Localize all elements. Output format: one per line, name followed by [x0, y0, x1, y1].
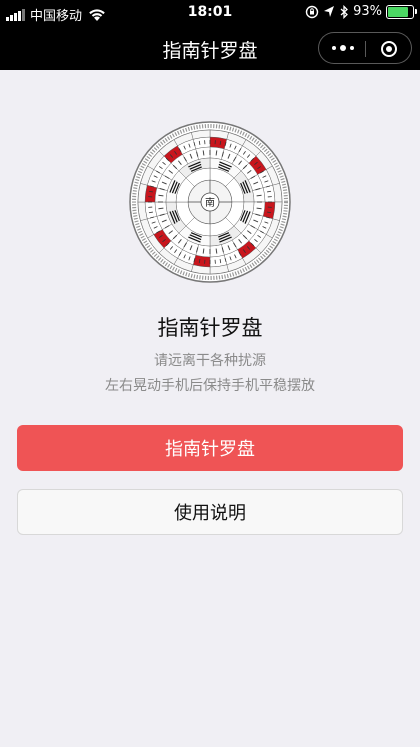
page-title: 指南针罗盘: [157, 316, 263, 340]
close-button[interactable]: [371, 37, 407, 61]
more-button[interactable]: [325, 36, 361, 60]
hint-text-2: 左右晃动手机后保持手机平稳摆放: [105, 378, 315, 394]
nav-bar: 指南针罗盘: [0, 26, 420, 70]
open-compass-label: 指南针罗盘: [165, 439, 255, 460]
status-right: 93%: [305, 4, 417, 19]
battery-icon: [386, 4, 417, 19]
instructions-label: 使用说明: [174, 503, 246, 524]
location-icon: [324, 5, 335, 17]
status-bar: 中国移动 18:01 93%: [0, 0, 420, 26]
open-compass-button[interactable]: 指南针罗盘: [17, 425, 403, 471]
bluetooth-icon: [340, 4, 349, 19]
mini-program-capsule: [318, 32, 412, 64]
compass-center-label: 南: [205, 196, 215, 209]
battery-fill: [388, 6, 409, 17]
compass-illustration: 南: [129, 121, 291, 283]
hint-text-1: 请远离干各种扰源: [154, 353, 266, 369]
battery-percent: 93%: [353, 4, 382, 19]
instructions-button[interactable]: 使用说明: [17, 489, 403, 535]
orientation-lock-icon: [305, 5, 319, 18]
more-icon: [332, 46, 336, 50]
close-circle-icon: [381, 41, 397, 57]
